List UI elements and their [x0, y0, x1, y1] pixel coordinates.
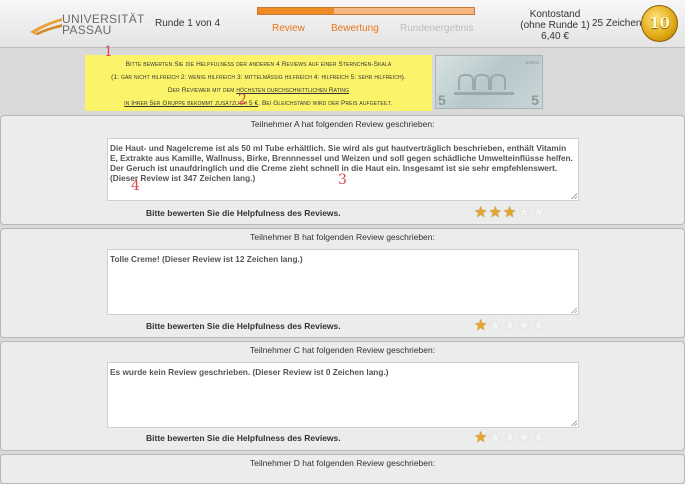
tab-bewertung[interactable]: Bewertung: [331, 23, 379, 34]
review-textarea[interactable]: Die Haut- und Nagelcreme ist als 50 ml T…: [107, 138, 579, 201]
star-icon[interactable]: ★: [474, 318, 487, 333]
star-icon[interactable]: ★: [488, 318, 501, 333]
banknote-value-left: 5: [438, 92, 446, 108]
banknote-label: EURO: [525, 60, 539, 65]
balance-value: 6,40 €: [541, 31, 569, 42]
progress-bar: [257, 7, 475, 15]
review-text: Tolle Creme!: [110, 254, 160, 264]
star-icon[interactable]: ★: [488, 205, 501, 220]
review-textarea[interactable]: Es wurde kein Review geschrieben. (Diese…: [107, 362, 579, 428]
resize-grip-icon[interactable]: [571, 193, 577, 199]
review-length-note: (Dieser Review ist 0 Zeichen lang.): [250, 367, 389, 377]
bridge-arch: [490, 74, 506, 90]
resize-grip-icon[interactable]: [571, 420, 577, 426]
review-text: Die Haut- und Nagelcreme ist als 50 ml T…: [110, 143, 573, 173]
rating-prompt: Bitte bewerten Sie die Helpfulness des R…: [146, 433, 341, 443]
star-icon[interactable]: ★: [503, 318, 516, 333]
review-panel-c: Teilnehmer C hat folgenden Review geschr…: [0, 341, 685, 451]
instructions-line-4-text: . Bei Gleichstand wird der Preis aufgete…: [258, 100, 393, 107]
tab-review[interactable]: Review: [272, 23, 305, 34]
star-rating[interactable]: ★★★★★: [474, 430, 546, 445]
star-icon[interactable]: ★: [503, 430, 516, 445]
instructions-box: Bitte bewerten Sie die Helpfulness der a…: [85, 55, 432, 111]
balance-note: (ohne Runde 1): [520, 20, 590, 31]
university-logo: UNIVERSITÄT PASSAU: [28, 10, 148, 38]
review-header: Teilnehmer B hat folgenden Review geschr…: [250, 232, 435, 242]
euro-coin-icon: 10: [641, 5, 678, 42]
rating-prompt: Bitte bewerten Sie die Helpfulness des R…: [146, 321, 341, 331]
instructions-line-4: in Ihrer 5er Gruppe bekommt zusätzlich 5…: [85, 97, 432, 110]
review-panel-d: Teilnehmer D hat folgenden Review geschr…: [0, 454, 685, 484]
instructions-line-1: Bitte bewerten Sie die Helpfulness der a…: [125, 61, 392, 68]
account-balance: Kontostand (ohne Runde 1) 6,40 €: [510, 9, 600, 42]
annotation-3: 3: [338, 172, 347, 188]
banknote-value-right: 5: [531, 92, 539, 108]
review-header: Teilnehmer C hat folgenden Review geschr…: [249, 345, 436, 355]
progress-fill: [258, 8, 334, 14]
coin-value: 10: [649, 14, 670, 32]
banknote-image: EURO 5 5: [435, 55, 543, 109]
annotation-1: 1: [104, 44, 113, 60]
star-icon[interactable]: ★: [517, 430, 530, 445]
review-text: Es wurde kein Review geschrieben.: [110, 367, 251, 377]
round-indicator: Runde 1 von 4: [155, 18, 221, 29]
star-rating[interactable]: ★★★★★: [474, 318, 546, 333]
logo-line-2: PASSAU: [62, 23, 112, 37]
rating-prompt: Bitte bewerten Sie die Helpfulness des R…: [146, 208, 341, 218]
tab-rundenergebnis: Rundenergebnis: [400, 23, 474, 34]
header-bar: UNIVERSITÄT PASSAU Runde 1 von 4 Review …: [0, 0, 685, 48]
instructions-line-3: Der Reviewer mit dem höchsten durchschni…: [85, 84, 432, 97]
star-icon[interactable]: ★: [517, 205, 530, 220]
review-panel-a: Teilnehmer A hat folgenden Review geschr…: [0, 115, 685, 225]
star-icon[interactable]: ★: [488, 430, 501, 445]
annotation-4: 4: [131, 178, 140, 194]
annotation-2: 2: [238, 92, 247, 108]
star-icon[interactable]: ★: [517, 318, 530, 333]
review-length-note: (Dieser Review ist 12 Zeichen lang.): [159, 254, 303, 264]
review-header: Teilnehmer A hat folgenden Review geschr…: [250, 119, 435, 129]
review-header: Teilnehmer D hat folgenden Review geschr…: [249, 458, 436, 468]
review-panel-b: Teilnehmer B hat folgenden Review geschr…: [0, 228, 685, 338]
star-icon[interactable]: ★: [532, 430, 545, 445]
star-icon[interactable]: ★: [532, 205, 545, 220]
balance-label: Kontostand: [529, 9, 581, 20]
review-textarea[interactable]: Tolle Creme! (Dieser Review ist 12 Zeich…: [107, 249, 579, 315]
star-icon[interactable]: ★: [503, 205, 516, 220]
star-icon[interactable]: ★: [474, 430, 487, 445]
star-icon[interactable]: ★: [474, 205, 487, 220]
instructions-line-3-text: Der Reviewer mit dem: [167, 87, 237, 94]
bridge-arch: [458, 74, 474, 90]
star-rating[interactable]: ★★★★★: [474, 205, 546, 220]
highest-rating-text: höchsten durchschnittlichen Rating: [236, 87, 350, 94]
instructions-line-2: (1: gar nicht hilfreich 2: wenig hilfrei…: [111, 74, 406, 81]
star-icon[interactable]: ★: [532, 318, 545, 333]
resize-grip-icon[interactable]: [571, 307, 577, 313]
bridge-arch: [474, 74, 490, 90]
